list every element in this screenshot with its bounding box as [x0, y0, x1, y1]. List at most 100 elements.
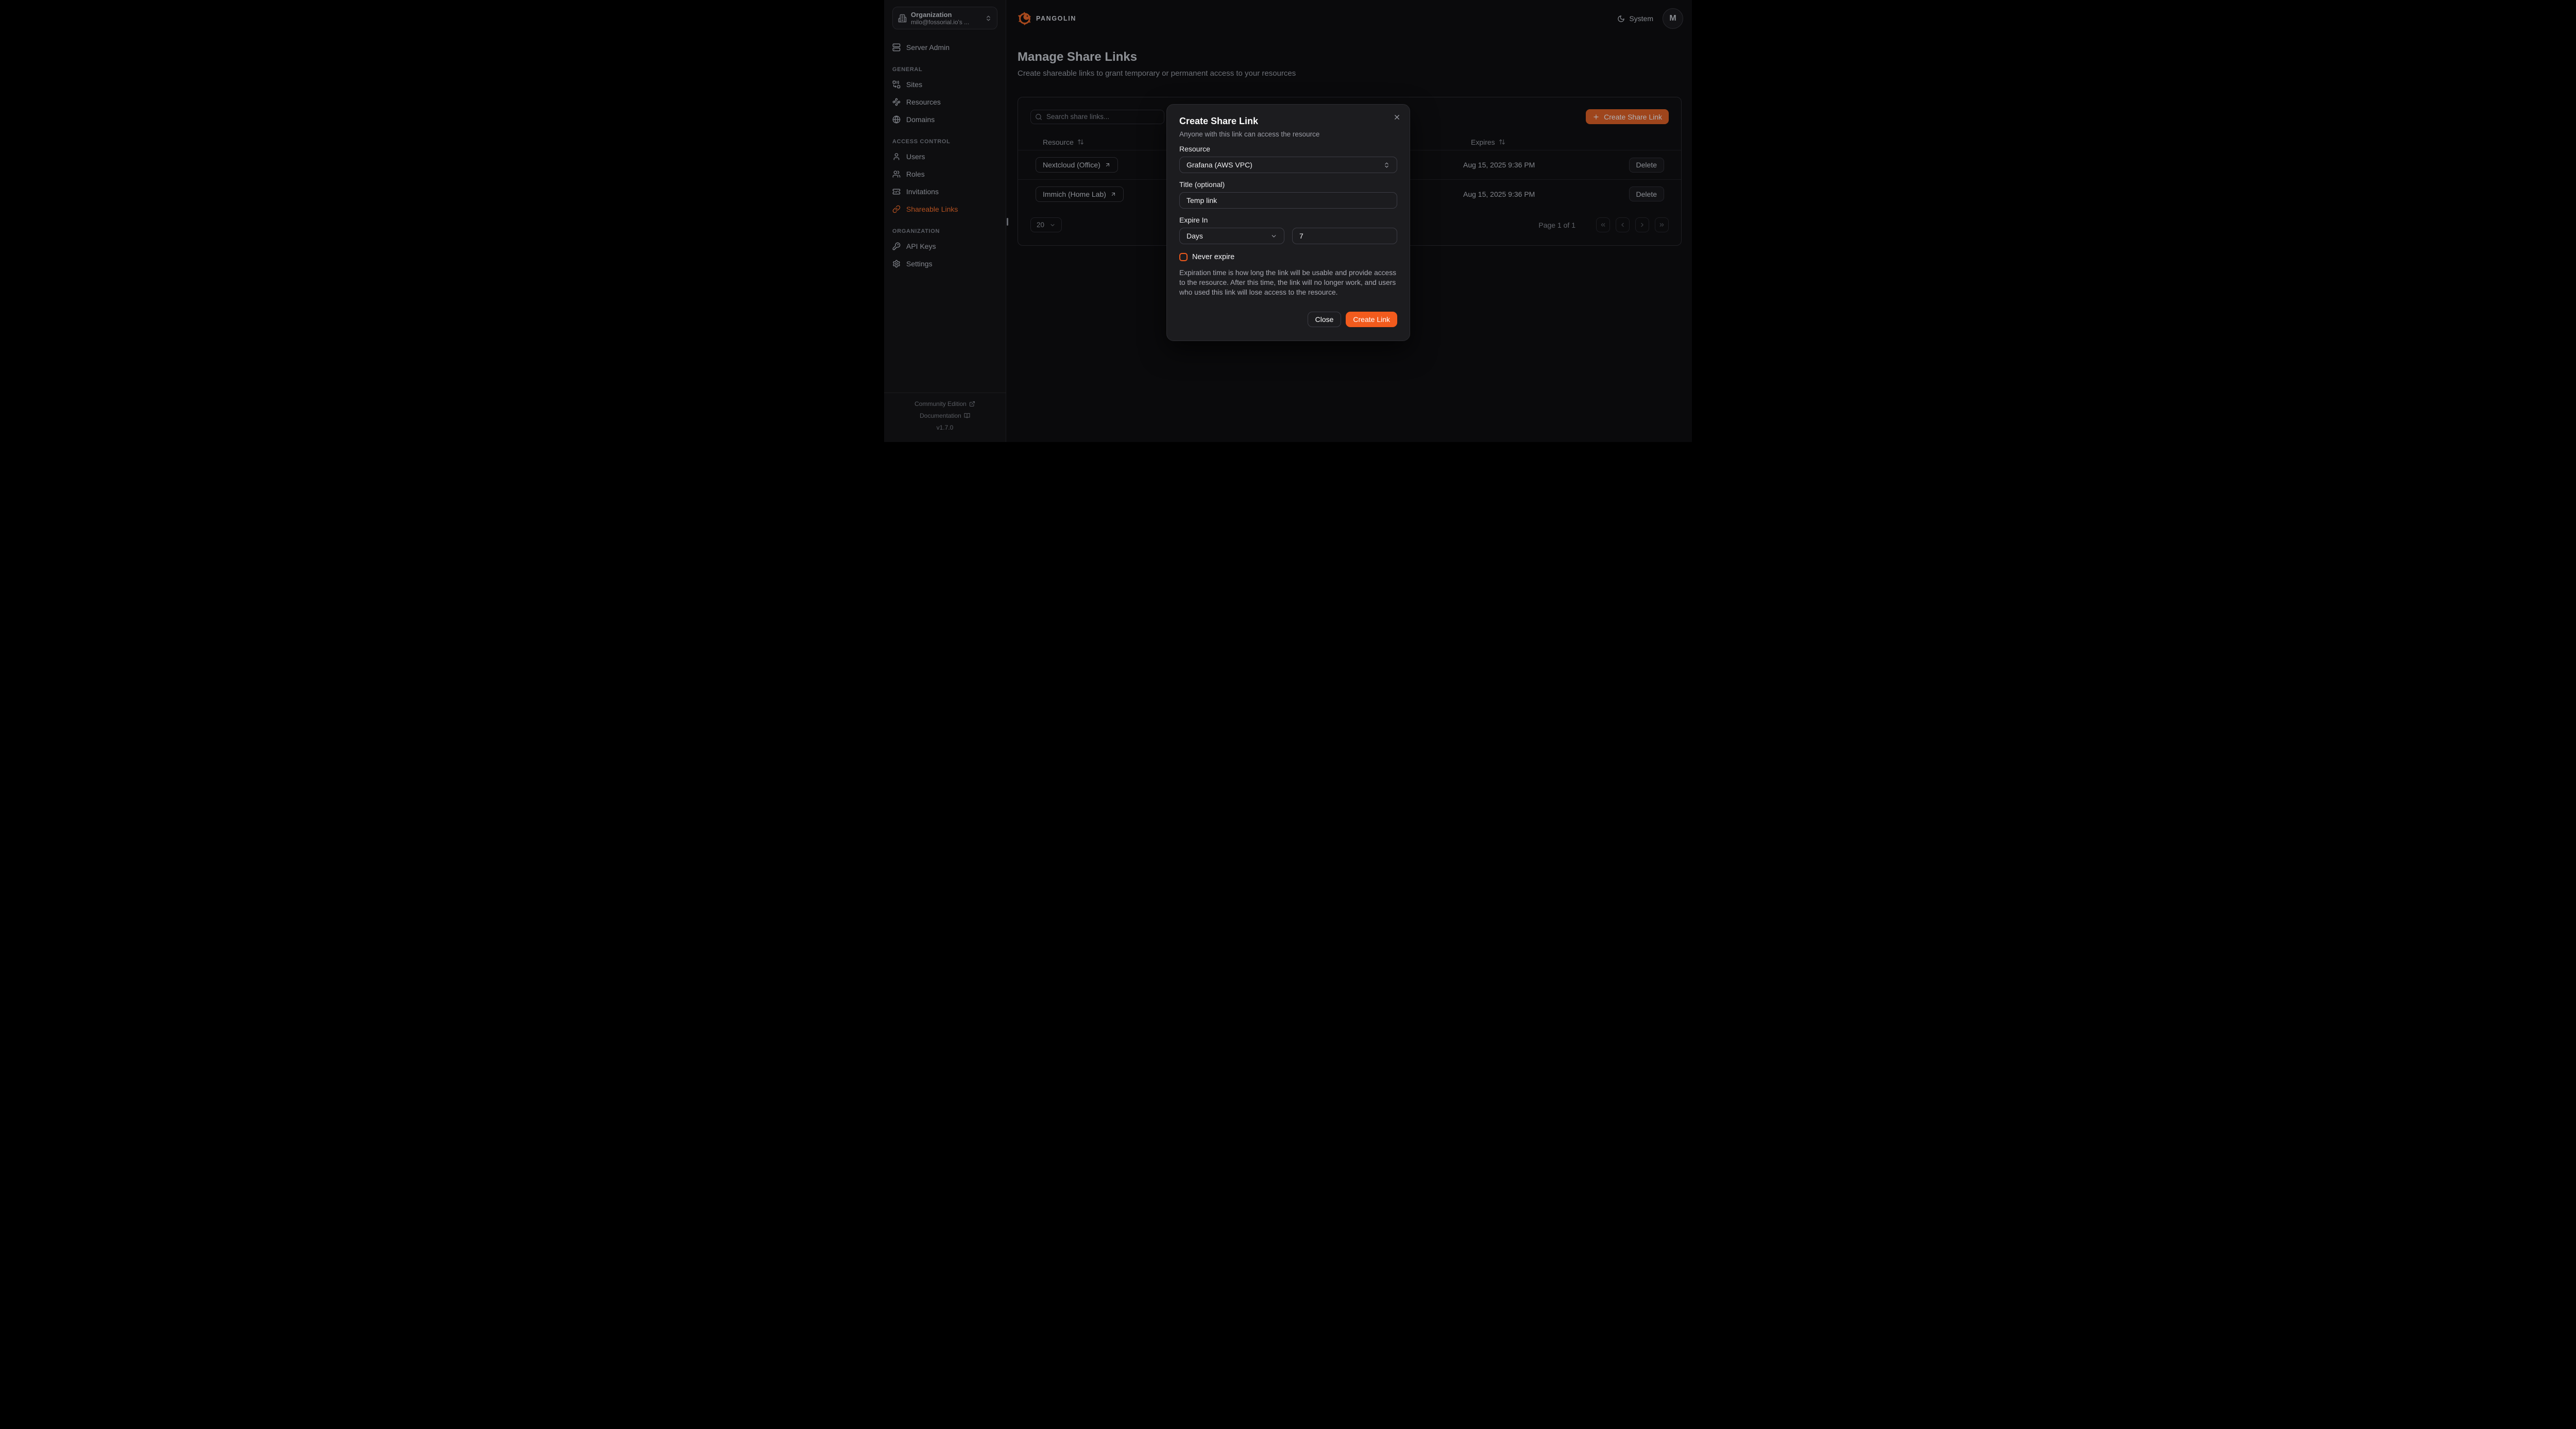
sidebar-item-server-admin[interactable]: Server Admin — [892, 41, 997, 54]
expires-cell: Aug 15, 2025 9:36 PM — [1457, 161, 1627, 169]
book-open-icon — [964, 413, 970, 419]
brand-name: PANGOLIN — [1036, 15, 1076, 22]
dialog-subtitle: Anyone with this link can access the res… — [1179, 130, 1397, 138]
sidebar-footer: Community Edition Documentation v1.7.0 — [884, 393, 1006, 442]
sidebar-item-resources[interactable]: Resources — [892, 95, 997, 109]
title-input[interactable] — [1179, 192, 1397, 209]
sidebar-item-settings[interactable]: Settings — [892, 257, 997, 270]
column-header-expires[interactable]: Expires — [1457, 138, 1627, 146]
expire-in-label: Expire In — [1179, 216, 1397, 224]
pagination: Page 1 of 1 — [1538, 217, 1669, 232]
sidebar-item-label: Sites — [906, 80, 922, 89]
sidebar-item-users[interactable]: Users — [892, 150, 997, 163]
create-link-button[interactable]: Create Link — [1346, 312, 1397, 327]
organization-selector[interactable]: Organization milo@fossorial.io's ... — [892, 7, 997, 29]
sidebar-item-label: Resources — [906, 98, 941, 106]
link-icon — [892, 205, 901, 213]
delete-button[interactable]: Delete — [1629, 186, 1664, 201]
first-page-button[interactable] — [1596, 217, 1610, 232]
key-icon — [892, 242, 901, 250]
theme-label: System — [1629, 14, 1653, 23]
section-title-access-control: ACCESS CONTROL — [892, 139, 997, 145]
avatar[interactable]: M — [1663, 8, 1683, 29]
user-icon — [892, 152, 901, 161]
sidebar-item-invitations[interactable]: Invitations — [892, 185, 997, 198]
never-expire-checkbox[interactable] — [1179, 253, 1188, 261]
never-expire-label: Never expire — [1192, 253, 1234, 261]
delete-button[interactable]: Delete — [1629, 158, 1664, 173]
sidebar-nav: Server Admin GENERAL Sites Resources Dom… — [892, 41, 997, 270]
close-icon[interactable] — [1393, 113, 1401, 122]
sidebar-item-label: API Keys — [906, 242, 936, 250]
previous-page-icon — [1619, 222, 1626, 228]
last-page-button[interactable] — [1655, 217, 1669, 232]
next-page-icon — [1639, 222, 1646, 228]
search-icon — [1035, 113, 1042, 121]
ticket-check-icon — [892, 188, 901, 196]
page-status: Page 1 of 1 — [1538, 221, 1575, 229]
chevron-down-icon — [1049, 222, 1056, 228]
documentation-label: Documentation — [920, 412, 961, 419]
next-page-button[interactable] — [1635, 217, 1649, 232]
previous-page-button[interactable] — [1616, 217, 1630, 232]
last-page-icon — [1658, 222, 1665, 228]
sidebar-item-label: Shareable Links — [906, 205, 958, 213]
title-label: Title (optional) — [1179, 180, 1397, 189]
page-subtitle: Create shareable links to grant temporar… — [1018, 69, 1680, 78]
resource-select[interactable]: Grafana (AWS VPC) — [1179, 157, 1397, 173]
section-title-general: GENERAL — [892, 66, 997, 73]
building-icon — [898, 14, 907, 23]
resource-link-button[interactable]: Immich (Home Lab) — [1036, 186, 1124, 202]
sidebar-item-label: Server Admin — [906, 43, 950, 52]
arrow-up-down-icon — [1499, 139, 1505, 145]
gear-icon — [892, 260, 901, 268]
page-header: Manage Share Links Create shareable link… — [1006, 37, 1692, 78]
dialog-title: Create Share Link — [1179, 116, 1397, 127]
page-size-select[interactable]: 20 — [1030, 217, 1062, 232]
never-expire-row: Never expire — [1179, 253, 1397, 261]
sidebar-item-domains[interactable]: Domains — [892, 113, 997, 126]
arrow-up-right-icon — [1110, 191, 1116, 197]
resource-link-button[interactable]: Nextcloud (Office) — [1036, 157, 1118, 173]
sidebar-item-label: Invitations — [906, 188, 939, 196]
search-wrap — [1030, 110, 1164, 124]
pangolin-swirl-icon — [1018, 11, 1032, 26]
community-edition-link[interactable]: Community Edition — [884, 400, 1006, 407]
version-label: v1.7.0 — [884, 424, 1006, 431]
create-share-link-button[interactable]: Create Share Link — [1586, 109, 1669, 124]
plus-icon — [1592, 113, 1600, 121]
sidebar: Organization milo@fossorial.io's ... Ser… — [884, 0, 1006, 442]
arrow-up-right-icon — [1105, 162, 1111, 168]
waypoints-icon — [892, 98, 901, 106]
search-input[interactable] — [1030, 110, 1164, 124]
chevrons-up-down-icon — [1383, 162, 1390, 168]
section-title-organization: ORGANIZATION — [892, 228, 997, 234]
create-share-link-dialog: Create Share Link Anyone with this link … — [1166, 104, 1410, 341]
close-button[interactable]: Close — [1308, 312, 1342, 327]
expire-value-input[interactable] — [1292, 228, 1397, 244]
external-link-icon — [969, 401, 975, 407]
combine-icon — [892, 80, 901, 89]
organization-value: milo@fossorial.io's ... — [911, 19, 981, 26]
globe-icon — [892, 115, 901, 124]
theme-toggle[interactable]: System — [1617, 14, 1653, 23]
app-root: Organization milo@fossorial.io's ... Ser… — [884, 0, 1692, 442]
sidebar-item-label: Roles — [906, 170, 925, 178]
sidebar-item-shareable-links[interactable]: Shareable Links — [892, 202, 997, 216]
first-page-icon — [1600, 222, 1606, 228]
sidebar-scrollbar-thumb[interactable] — [1007, 218, 1008, 226]
users-icon — [892, 170, 901, 178]
brand[interactable]: PANGOLIN — [1018, 11, 1076, 26]
sidebar-item-api-keys[interactable]: API Keys — [892, 240, 997, 253]
chevrons-up-down-icon — [985, 15, 992, 22]
sidebar-item-label: Users — [906, 152, 925, 161]
moon-icon — [1617, 15, 1625, 23]
server-icon — [892, 43, 901, 52]
sidebar-item-label: Settings — [906, 260, 933, 268]
expire-unit-select[interactable]: Days — [1179, 228, 1284, 244]
sidebar-item-sites[interactable]: Sites — [892, 78, 997, 91]
resource-label: Resource — [1179, 145, 1397, 153]
sidebar-item-roles[interactable]: Roles — [892, 167, 997, 181]
topbar: PANGOLIN System M — [1006, 0, 1692, 37]
documentation-link[interactable]: Documentation — [884, 412, 1006, 419]
